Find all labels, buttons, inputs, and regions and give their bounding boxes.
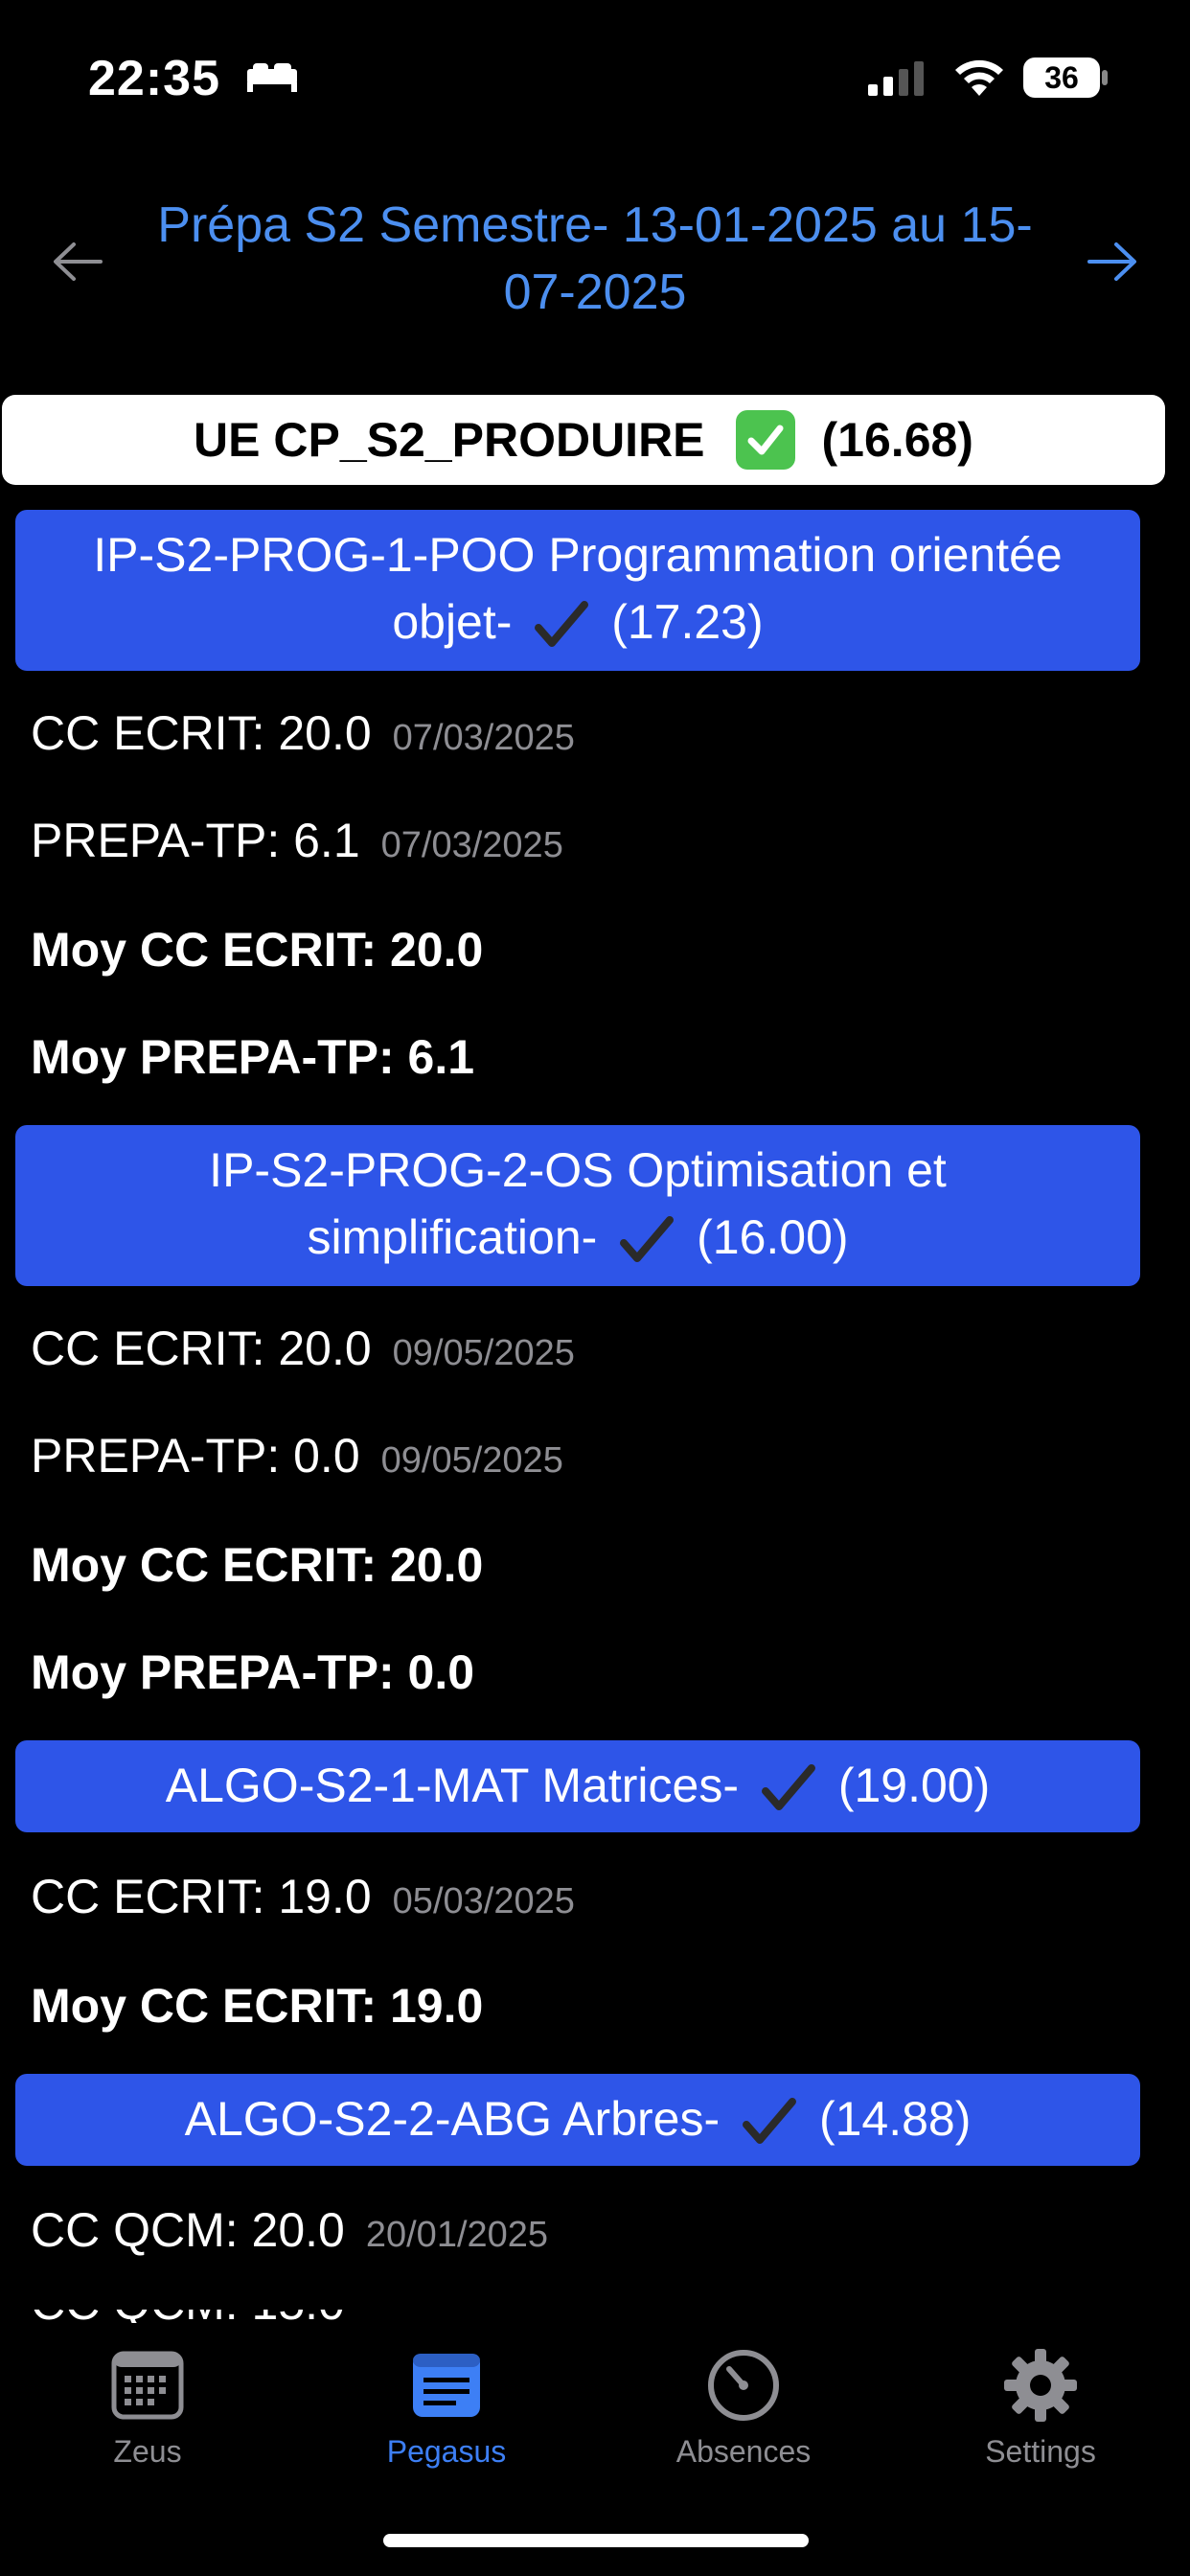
tab-absences[interactable]: Absences	[638, 2342, 849, 2470]
check-icon	[761, 1763, 815, 1810]
module-grade: (14.88)	[818, 2092, 972, 2146]
grade-label: CC ECRIT: 19.0	[31, 1870, 372, 1923]
bed-icon	[247, 63, 297, 92]
check-icon	[535, 600, 589, 647]
tab-label: Settings	[985, 2434, 1096, 2469]
grade-row: PREPA-TP: 6.1 07/03/2025	[31, 813, 563, 868]
gear-icon	[1004, 2349, 1077, 2422]
timer-icon	[708, 2350, 779, 2421]
grade-row-partial: CC QCM: 15.0	[31, 2310, 414, 2323]
grade-row: CC ECRIT: 20.0 09/05/2025	[31, 1321, 575, 1376]
grade-label: CC ECRIT: 20.0	[31, 706, 372, 760]
tab-settings[interactable]: Settings	[935, 2342, 1146, 2470]
list-icon	[413, 2354, 480, 2417]
tab-pegasus[interactable]: Pegasus	[341, 2342, 552, 2470]
module-header[interactable]: IP-S2-PROG-2-OS Optimisation et simplifi…	[15, 1125, 1140, 1286]
status-time: 22:35	[88, 51, 220, 106]
average-row: Moy CC ECRIT: 20.0	[31, 1538, 484, 1592]
grade-date: 20/01/2025	[365, 2215, 549, 2255]
previous-semester-button[interactable]	[44, 228, 111, 295]
grade-row: PREPA-TP: 0.0 09/05/2025	[31, 1428, 563, 1484]
wifi-icon	[955, 59, 1003, 96]
grade-row: CC ECRIT: 19.0 05/03/2025	[31, 1869, 575, 1924]
module-header[interactable]: ALGO-S2-2-ABG Arbres- (14.88)	[15, 2074, 1140, 2166]
tab-zeus[interactable]: Zeus	[42, 2342, 253, 2470]
grade-date: 07/03/2025	[380, 825, 563, 865]
module-title: IP-S2-PROG-2-OS Optimisation et	[209, 1143, 947, 1197]
grade-row: CC QCM: 20.0 20/01/2025	[31, 2202, 548, 2258]
module-title: ALGO-S2-2-ABG Arbres-	[184, 2092, 721, 2146]
grade-date: 09/05/2025	[380, 1440, 563, 1481]
average-row: Moy CC ECRIT: 19.0	[31, 1979, 484, 2033]
semester-header: Prépa S2 Semestre- 13-01-2025 au 15-07-2…	[0, 182, 1190, 326]
tab-label: Absences	[675, 2434, 812, 2469]
grade-label: CC QCM: 20.0	[31, 2203, 345, 2257]
average-row: Moy PREPA-TP: 6.1	[31, 1030, 475, 1084]
grade-row: CC ECRIT: 20.0 07/03/2025	[31, 705, 575, 761]
grade-date: 07/03/2025	[392, 718, 575, 758]
module-title-end: simplification-	[307, 1210, 598, 1264]
grade-date: 09/05/2025	[392, 1333, 575, 1373]
calendar-icon	[111, 2351, 184, 2420]
ue-grade: (16.68)	[821, 413, 973, 467]
module-grade: (16.00)	[697, 1210, 849, 1264]
average-row: Moy PREPA-TP: 0.0	[31, 1645, 475, 1699]
check-mark-button-icon	[735, 410, 795, 470]
next-semester-button[interactable]	[1079, 228, 1146, 295]
battery-level: 36	[1044, 60, 1079, 95]
tab-label: Pegasus	[386, 2434, 507, 2469]
module-grade: (17.23)	[611, 595, 764, 649]
tab-label: Zeus	[113, 2434, 182, 2469]
signal-icon	[868, 61, 924, 96]
grade-label: CC ECRIT: 20.0	[31, 1322, 372, 1375]
ue-name: UE CP_S2_PRODUIRE	[194, 413, 705, 467]
status-bar: 22:35 36	[0, 0, 1190, 153]
grade-label: CC QCM: 15.0	[31, 2310, 414, 2323]
check-icon	[743, 2097, 797, 2144]
module-grade: (19.00)	[837, 1759, 991, 1812]
arrow-left-icon	[54, 242, 103, 281]
home-indicator[interactable]	[383, 2534, 809, 2547]
ue-header[interactable]: UE CP_S2_PRODUIRE (16.68)	[2, 395, 1165, 485]
check-icon	[620, 1215, 675, 1262]
module-header[interactable]: ALGO-S2-1-MAT Matrices- (19.00)	[15, 1740, 1140, 1832]
grade-date: 05/03/2025	[392, 1881, 575, 1921]
grade-label: PREPA-TP: 6.1	[31, 814, 360, 867]
arrow-right-icon	[1087, 242, 1136, 281]
battery-icon: 36	[1023, 58, 1110, 98]
average-row: Moy CC ECRIT: 20.0	[31, 923, 484, 977]
grade-label: PREPA-TP: 0.0	[31, 1429, 360, 1483]
module-title: IP-S2-PROG-1-POO Programmation orientée	[93, 528, 1063, 582]
semester-title: Prépa S2 Semestre- 13-01-2025 au 15-07-2…	[157, 197, 1033, 320]
module-header[interactable]: IP-S2-PROG-1-POO Programmation orientée …	[15, 510, 1140, 671]
module-title-end: objet-	[392, 595, 513, 649]
module-title: ALGO-S2-1-MAT Matrices-	[165, 1759, 739, 1812]
